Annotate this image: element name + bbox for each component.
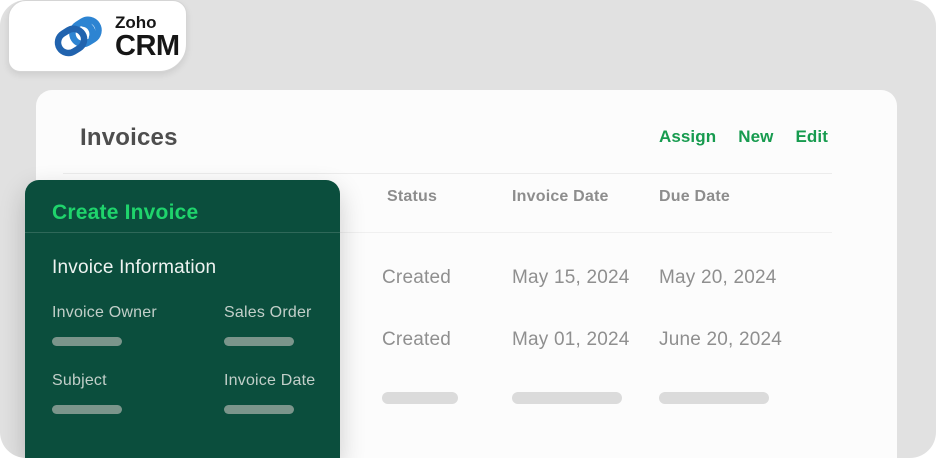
field-label: Invoice Date [224,372,315,390]
page-title: Invoices [80,124,178,152]
badge-wordmark: Zoho CRM [115,12,180,61]
due-date-cell: June 20, 2024 [659,329,782,351]
field-label: Sales Order [224,304,312,322]
field-input-placeholder [224,337,294,346]
column-header-invoice-date: Invoice Date [512,188,609,206]
product-name: CRM [115,32,180,61]
due-date-cell: May 20, 2024 [659,267,777,289]
status-cell: Created [382,329,451,351]
field-input-placeholder [52,337,122,346]
panel-divider [25,232,340,233]
status-cell: Created [382,267,451,289]
placeholder-bar [382,392,458,404]
title-divider [63,173,832,174]
create-invoice-panel: Create Invoice Invoice Information Invoi… [25,180,340,458]
invoice-date-cell: May 01, 2024 [512,329,630,351]
field-sales-order: Sales Order [224,304,312,346]
placeholder-bar [512,392,622,404]
column-header-due-date: Due Date [659,188,730,206]
new-link[interactable]: New [738,127,773,147]
zoho-crm-badge: Zoho CRM [8,0,187,72]
field-label: Subject [52,372,122,390]
assign-link[interactable]: Assign [659,127,716,147]
brand-name: Zoho [115,14,180,31]
section-title: Invoice Information [52,257,216,279]
field-input-placeholder [52,405,122,414]
field-input-placeholder [224,405,294,414]
column-header-status: Status [387,188,437,206]
invoice-date-cell: May 15, 2024 [512,267,630,289]
zoho-logo-icon [51,14,105,58]
edit-link[interactable]: Edit [795,127,828,147]
actions-toolbar: Assign New Edit [659,127,828,147]
app-canvas: Zoho CRM Invoices Assign New Edit Status… [0,0,936,458]
placeholder-bar [659,392,769,404]
field-label: Invoice Owner [52,304,157,322]
field-subject: Subject [52,372,122,414]
field-invoice-owner: Invoice Owner [52,304,157,346]
field-invoice-date: Invoice Date [224,372,315,414]
panel-title: Create Invoice [52,201,198,225]
